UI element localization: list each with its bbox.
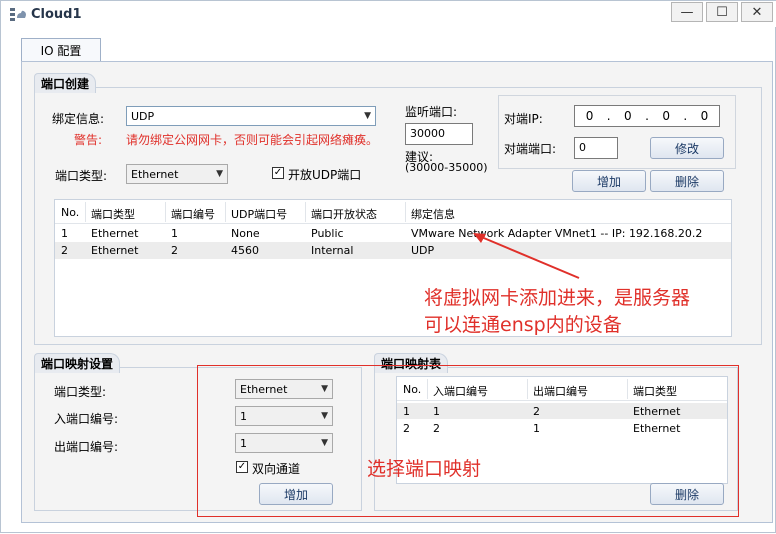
annotation-text-2: 可以连通ensp内的设备 bbox=[424, 314, 622, 336]
annotation-text-3: 选择端口映射 bbox=[367, 458, 482, 480]
cloud-window: Cloud1 — ☐ ✕ IO 配置 端口创建 绑定信息: UDP ▼ 警告: 请… bbox=[0, 0, 776, 533]
annotation-highlight-box bbox=[197, 365, 739, 517]
annotation-text-1: 将虚拟网卡添加进来，是服务器 bbox=[424, 287, 691, 309]
